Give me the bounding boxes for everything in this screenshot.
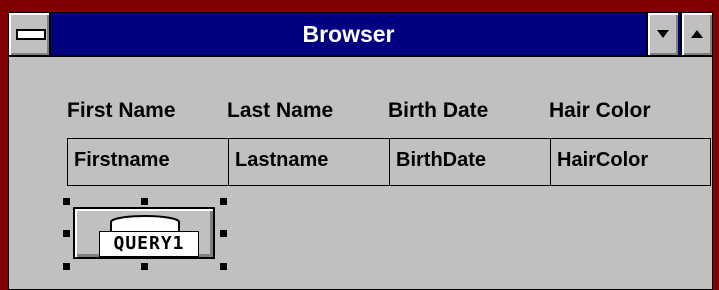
window-title: Browser: [302, 21, 395, 47]
system-menu-icon: [16, 29, 46, 40]
query-button[interactable]: QUERY1: [73, 207, 215, 259]
column-header-birth-date: Birth Date: [388, 99, 489, 122]
resize-handle-top[interactable]: [141, 198, 148, 205]
resize-handle-left[interactable]: [63, 230, 70, 237]
data-grid: Firstname Lastname BirthDate HairColor: [67, 138, 711, 186]
resize-handle-bottom-right[interactable]: [220, 263, 227, 270]
title-bar[interactable]: Browser: [9, 13, 712, 57]
maximize-button[interactable]: [680, 13, 712, 55]
minimize-button[interactable]: [646, 13, 678, 55]
window-frame: Browser First Name Last Name Birth Date …: [8, 12, 713, 290]
down-arrow-icon: [657, 30, 669, 38]
resize-handle-top-right[interactable]: [220, 198, 227, 205]
field-cell-lastname[interactable]: Lastname: [229, 139, 390, 185]
resize-handle-top-left[interactable]: [63, 198, 70, 205]
query-control[interactable]: QUERY1: [63, 198, 227, 270]
column-header-first-name: First Name: [67, 99, 176, 122]
field-cell-firstname[interactable]: Firstname: [68, 139, 229, 185]
up-arrow-icon: [691, 30, 703, 38]
browser-window: Browser First Name Last Name Birth Date …: [0, 0, 719, 290]
field-cell-birthdate[interactable]: BirthDate: [390, 139, 551, 185]
system-menu-button[interactable]: [9, 13, 51, 55]
field-cell-haircolor[interactable]: HairColor: [551, 139, 710, 185]
column-header-last-name: Last Name: [227, 99, 334, 122]
query-label: QUERY1: [99, 231, 199, 257]
resize-handle-right[interactable]: [220, 230, 227, 237]
column-header-hair-color: Hair Color: [549, 99, 651, 122]
resize-handle-bottom-left[interactable]: [63, 263, 70, 270]
resize-handle-bottom[interactable]: [141, 263, 148, 270]
